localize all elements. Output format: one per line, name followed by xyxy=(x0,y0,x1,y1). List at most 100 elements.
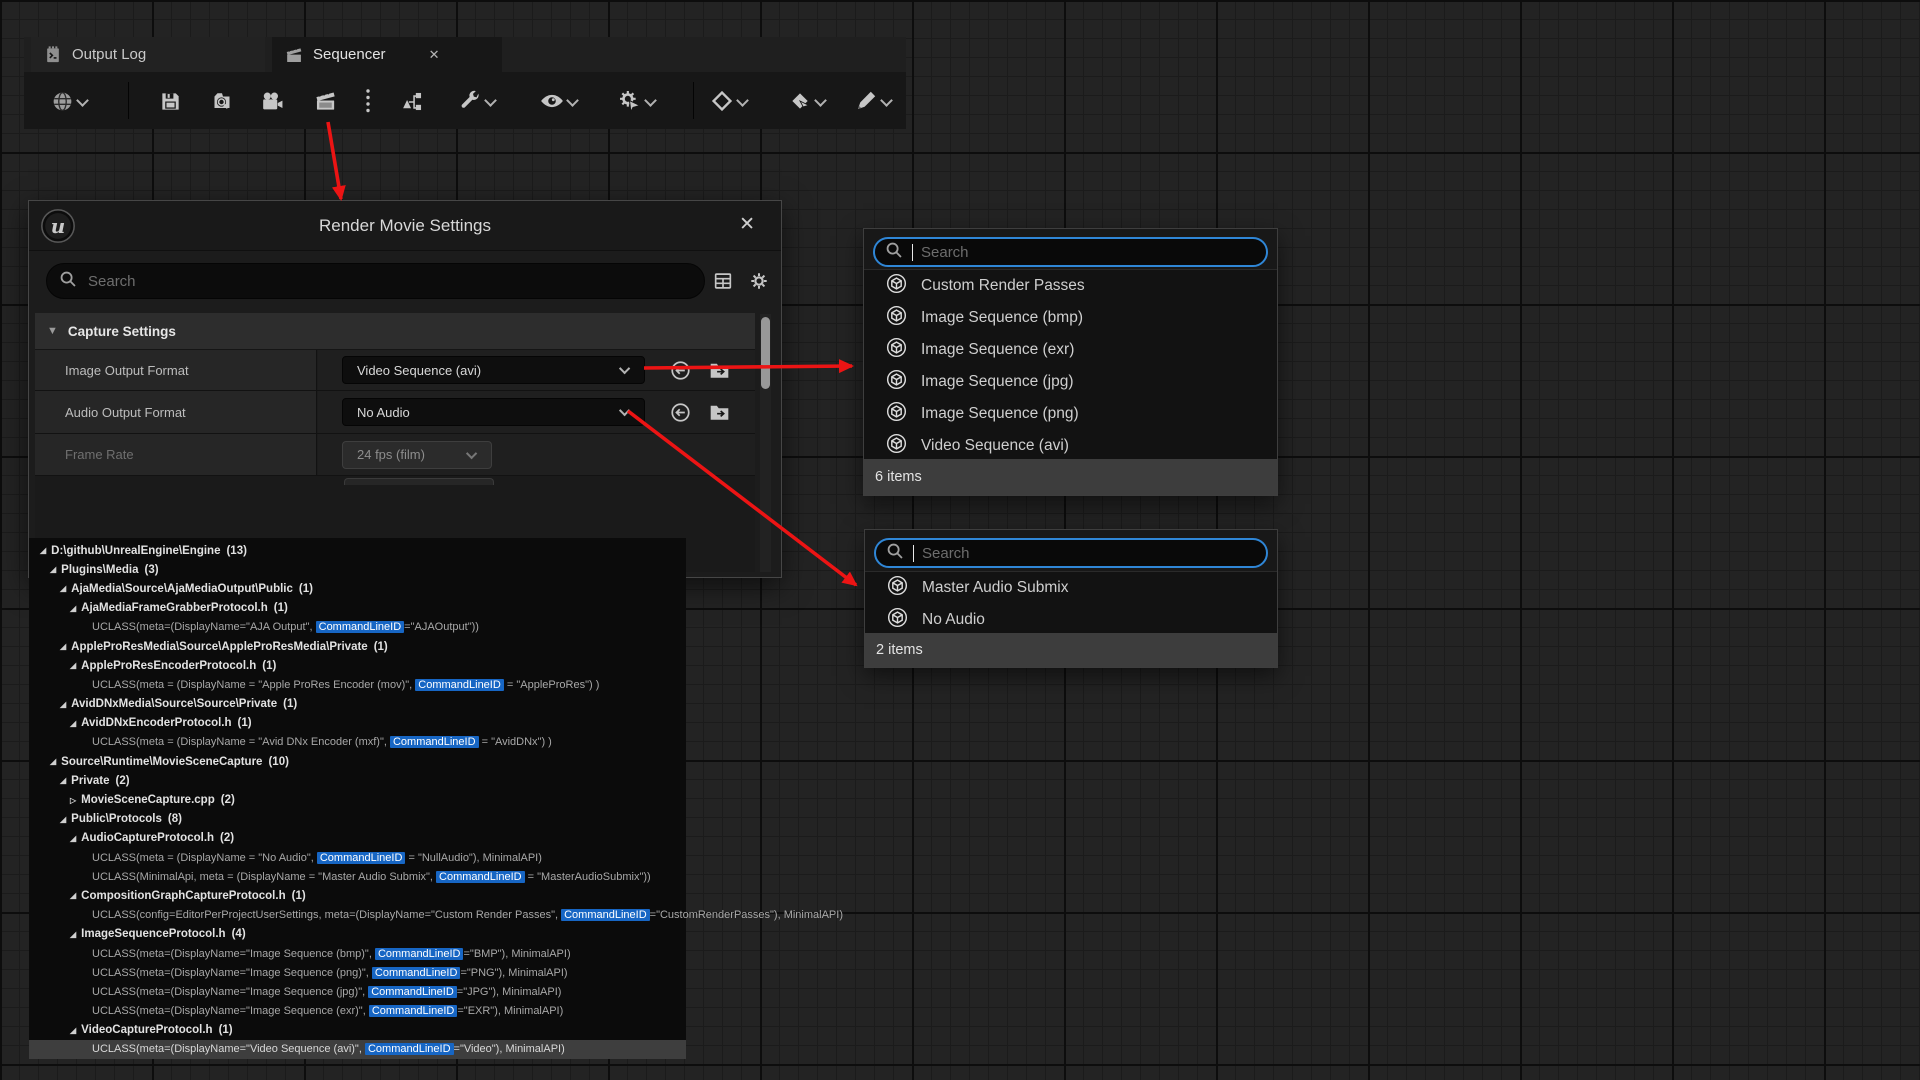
toolbar-button-eye[interactable] xyxy=(538,87,566,115)
chevron-down-icon[interactable] xyxy=(880,94,893,107)
toolbar-button-more-dots[interactable] xyxy=(354,87,382,115)
tree-folder-row[interactable]: ◢ImageSequenceProtocol.h(4) xyxy=(29,925,686,944)
expanded-triangle-icon[interactable]: ◢ xyxy=(70,930,76,939)
tree-folder-row[interactable]: ◢Source\Runtime\MovieSceneCapture(10) xyxy=(29,752,686,771)
expanded-triangle-icon[interactable]: ◢ xyxy=(70,719,76,728)
search-result-row[interactable]: UCLASS(meta=(DisplayName="Image Sequence… xyxy=(29,982,686,1001)
dropdown-option-image-sequence-bmp-[interactable]: Image Sequence (bmp) xyxy=(864,302,1277,334)
tab-sequencer[interactable]: Sequencer ✕ xyxy=(272,37,502,72)
expanded-triangle-icon[interactable]: ◢ xyxy=(50,565,56,574)
tree-folder-row[interactable]: ◢AjaMediaFrameGrabberProtocol.h(1) xyxy=(29,599,686,618)
toolbar-button-playback-gear[interactable] xyxy=(616,87,644,115)
chevron-down-icon[interactable] xyxy=(736,94,749,107)
tab-close-icon[interactable]: ✕ xyxy=(429,47,440,63)
tree-row-label: AvidDNxMedia\Source\Source\Private xyxy=(71,698,277,710)
expanded-triangle-icon[interactable]: ◢ xyxy=(70,834,76,843)
search-result-row[interactable]: UCLASS(meta=(DisplayName="Image Sequence… xyxy=(29,1002,686,1021)
search-result-row[interactable]: UCLASS(meta = (DisplayName = "No Audio",… xyxy=(29,848,686,867)
tree-file-row[interactable]: ▷MovieSceneCapture.cpp(2) xyxy=(29,790,686,809)
chevron-down-icon[interactable] xyxy=(566,94,579,107)
tree-folder-row[interactable]: ◢AppleProResMedia\Source\AppleProResMedi… xyxy=(29,637,686,656)
row-label: Frame Rate xyxy=(35,434,317,475)
capture-settings-section-header[interactable]: ▼ Capture Settings xyxy=(35,313,755,350)
match-count: (8) xyxy=(168,813,182,825)
search-result-row[interactable]: UCLASS(meta=(DisplayName="Image Sequence… xyxy=(29,963,686,982)
dropdown-option-image-sequence-png-[interactable]: Image Sequence (png) xyxy=(864,398,1277,430)
toolbar-button-autokey-diamond[interactable] xyxy=(786,87,814,115)
scrollbar-thumb[interactable] xyxy=(761,317,770,389)
tree-folder-row[interactable]: ◢VideoCaptureProtocol.h(1) xyxy=(29,1021,686,1040)
expanded-triangle-icon[interactable]: ◢ xyxy=(70,661,76,670)
dropdown-option-image-sequence-jpg-[interactable]: Image Sequence (jpg) xyxy=(864,366,1277,398)
toolbar-button-world[interactable] xyxy=(48,87,76,115)
tree-folder-row[interactable]: ◢Plugins\Media(3) xyxy=(29,560,686,579)
class-cube-icon xyxy=(885,400,908,428)
settings-search-input[interactable]: Search xyxy=(46,263,705,299)
row-widget-area: No Audio xyxy=(318,391,755,433)
search-result-row[interactable]: UCLASS(meta = (DisplayName = "Avid DNx E… xyxy=(29,733,686,752)
tree-folder-row[interactable]: ◢AjaMedia\Source\AjaMediaOutput\Public(1… xyxy=(29,579,686,598)
expanded-triangle-icon[interactable]: ◢ xyxy=(60,700,66,709)
toolbar-button-keyframe-diamond[interactable] xyxy=(708,87,736,115)
tree-folder-row[interactable]: ◢AudioCaptureProtocol.h(2) xyxy=(29,829,686,848)
dropdown-option-custom-render-passes[interactable]: Custom Render Passes xyxy=(864,270,1277,302)
toolbar-button-movie-camera[interactable] xyxy=(257,87,285,115)
tree-folder-row[interactable]: ◢CompositionGraphCaptureProtocol.h(1) xyxy=(29,886,686,905)
tree-folder-row[interactable]: ◢AvidDNxEncoderProtocol.h(1) xyxy=(29,714,686,733)
toolbar-button-save[interactable] xyxy=(156,87,184,115)
dialog-titlebar[interactable]: u Render Movie Settings ✕ xyxy=(29,201,781,251)
search-result-row[interactable]: UCLASS(config=EditorPerProjectUserSettin… xyxy=(29,906,686,925)
toolbar-button-wrench[interactable] xyxy=(456,87,484,115)
expanded-triangle-icon[interactable]: ◢ xyxy=(60,815,66,824)
search-result-row-selected[interactable]: UCLASS(meta=(DisplayName="Video Sequence… xyxy=(29,1040,686,1059)
match-count: (1) xyxy=(299,583,313,595)
expanded-triangle-icon[interactable]: ◢ xyxy=(70,891,76,900)
tree-folder-row[interactable]: ◢AppleProResEncoderProtocol.h(1) xyxy=(29,656,686,675)
dropdown-option-no-audio[interactable]: No Audio xyxy=(865,604,1277,636)
expanded-triangle-icon[interactable]: ◢ xyxy=(70,1026,76,1035)
dialog-close-icon[interactable]: ✕ xyxy=(739,213,755,236)
toolbar-button-render-movie-clapperboard[interactable] xyxy=(311,87,339,115)
tree-folder-row[interactable]: ◢Private(2) xyxy=(29,771,686,790)
dropdown-option-video-sequence-avi-[interactable]: Video Sequence (avi) xyxy=(864,430,1277,462)
expanded-triangle-icon[interactable]: ◢ xyxy=(70,604,76,613)
tab-output-log[interactable]: Output Log xyxy=(31,37,265,72)
chevron-down-icon[interactable] xyxy=(644,94,657,107)
collapsed-triangle-icon[interactable]: ▷ xyxy=(70,796,76,805)
settings-gear-icon[interactable] xyxy=(747,269,771,293)
expanded-triangle-icon[interactable]: ◢ xyxy=(60,584,66,593)
dropdown-audio-output-format[interactable]: No Audio xyxy=(342,398,645,426)
tree-folder-row[interactable]: ◢Public\Protocols(8) xyxy=(29,810,686,829)
dropdown-image-output-format[interactable]: Video Sequence (avi) xyxy=(342,356,645,384)
search-result-row[interactable]: UCLASS(meta=(DisplayName="Image Sequence… xyxy=(29,944,686,963)
browse-folder-icon[interactable] xyxy=(707,400,731,424)
section-collapse-triangle-icon[interactable]: ▼ xyxy=(47,325,58,337)
tree-folder-row[interactable]: ◢D:\github\UnrealEngine\Engine(13) xyxy=(29,541,686,560)
tree-row-label: MovieSceneCapture.cpp xyxy=(81,794,215,806)
expanded-triangle-icon[interactable]: ◢ xyxy=(60,776,66,785)
search-match-highlight: CommandLineID xyxy=(561,909,650,921)
browse-folder-icon[interactable] xyxy=(707,358,731,382)
tree-folder-row[interactable]: ◢AvidDNxMedia\Source\Source\Private(1) xyxy=(29,695,686,714)
chevron-down-icon[interactable] xyxy=(76,94,89,107)
expanded-triangle-icon[interactable]: ◢ xyxy=(50,757,56,766)
use-selected-icon[interactable] xyxy=(668,400,692,424)
search-result-row[interactable]: UCLASS(meta = (DisplayName = "Apple ProR… xyxy=(29,675,686,694)
expanded-triangle-icon[interactable]: ◢ xyxy=(40,546,46,555)
search-result-row[interactable]: UCLASS(MinimalApi, meta = (DisplayName =… xyxy=(29,867,686,886)
popup1-search-input[interactable]: Search xyxy=(873,237,1268,267)
chevron-down-icon[interactable] xyxy=(484,94,497,107)
dialog-scrollbar[interactable] xyxy=(760,314,771,572)
toolbar-button-hierarchy[interactable] xyxy=(398,87,426,115)
dropdown-option-master-audio-submix[interactable]: Master Audio Submix xyxy=(865,572,1277,604)
details-view-options-icon[interactable] xyxy=(711,269,735,293)
use-selected-icon[interactable] xyxy=(668,358,692,382)
expanded-triangle-icon[interactable]: ◢ xyxy=(60,642,66,651)
search-match-highlight: CommandLineID xyxy=(368,986,457,998)
search-result-row[interactable]: UCLASS(meta=(DisplayName="AJA Output", C… xyxy=(29,618,686,637)
dropdown-option-image-sequence-exr-[interactable]: Image Sequence (exr) xyxy=(864,334,1277,366)
popup2-search-input[interactable]: Search xyxy=(874,538,1268,568)
toolbar-button-camera-find[interactable] xyxy=(208,87,236,115)
toolbar-button-curve-pen[interactable] xyxy=(852,87,880,115)
chevron-down-icon[interactable] xyxy=(814,94,827,107)
